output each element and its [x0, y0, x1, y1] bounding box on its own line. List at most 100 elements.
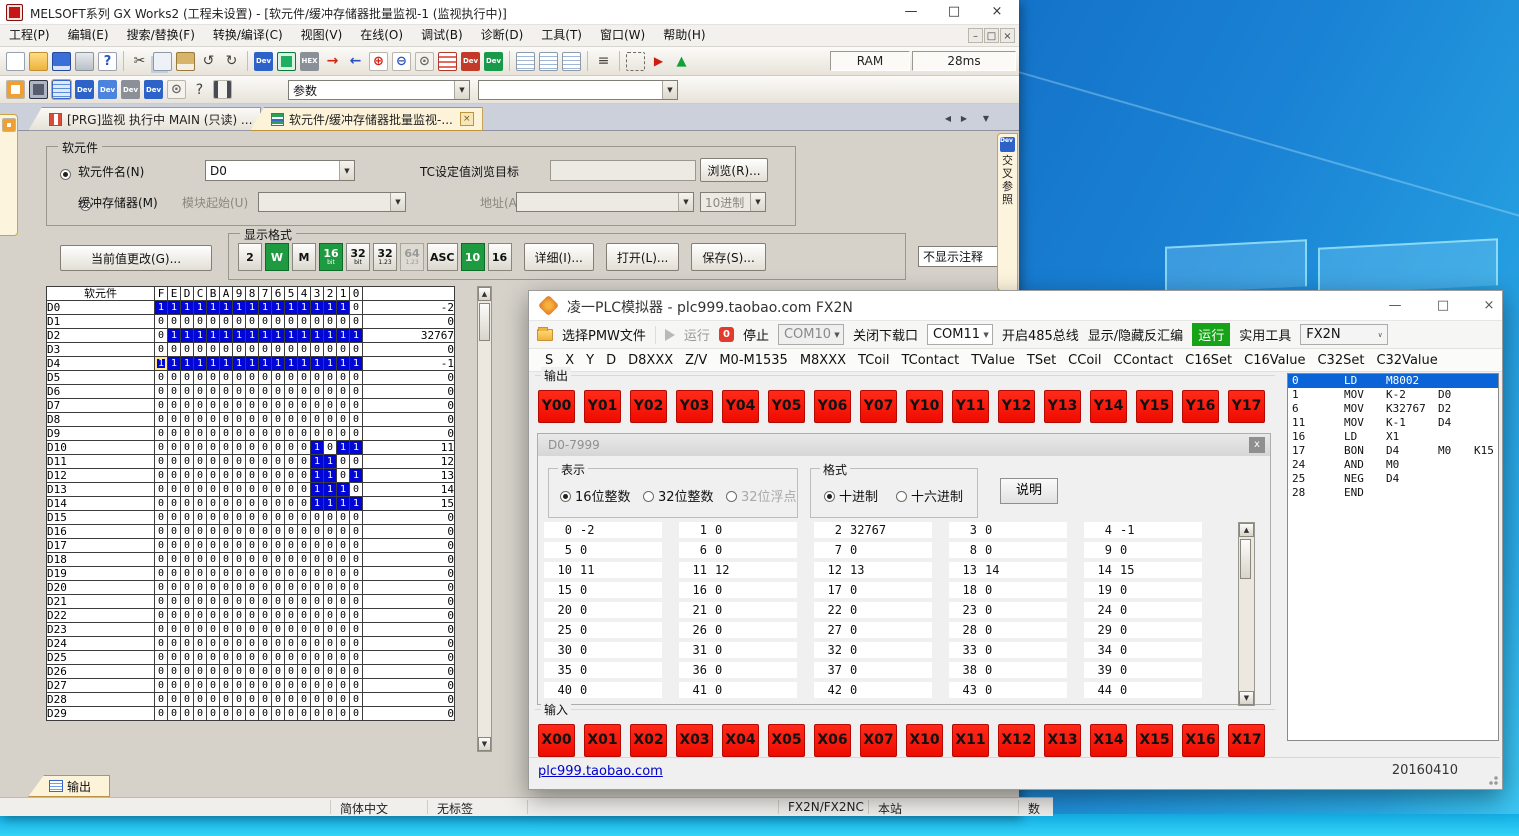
bit-cell[interactable]: 0	[324, 539, 337, 553]
bit-cell[interactable]: 1	[311, 483, 324, 497]
output-button-Y00[interactable]: Y00	[538, 390, 575, 423]
bit-cell[interactable]: 0	[207, 525, 220, 539]
bit-cell[interactable]: 0	[155, 609, 168, 623]
bit-cell[interactable]: 0	[220, 693, 233, 707]
bit-cell[interactable]: 0	[207, 427, 220, 441]
bit-cell[interactable]: 0	[207, 595, 220, 609]
bit-cell[interactable]: 0	[259, 525, 272, 539]
value-cell[interactable]: 0	[363, 553, 455, 567]
bit-cell[interactable]: 0	[233, 413, 246, 427]
bit-cell[interactable]: 0	[298, 665, 311, 679]
bit-cell[interactable]: 1	[298, 329, 311, 343]
bit-cell[interactable]: 0	[272, 553, 285, 567]
bit-cell[interactable]: 0	[220, 665, 233, 679]
instruction-row[interactable]: 1MOVK-2D0	[1288, 388, 1498, 402]
bit-cell[interactable]: 1	[272, 301, 285, 315]
bit-cell[interactable]: 0	[350, 693, 363, 707]
d-register-cell-D40[interactable]: 400	[544, 682, 662, 698]
write-to-plc-icon[interactable]: →	[323, 52, 342, 71]
device-display-icon[interactable]: Dev	[254, 52, 273, 71]
bit-cell[interactable]: 0	[220, 371, 233, 385]
bit-cell[interactable]: 0	[337, 567, 350, 581]
bit-cell[interactable]: 0	[168, 371, 181, 385]
bit-cell[interactable]: 1	[259, 357, 272, 371]
d-register-cell-D26[interactable]: 260	[679, 622, 797, 638]
bit-cell[interactable]: 1	[311, 455, 324, 469]
bit-cell[interactable]: 0	[350, 371, 363, 385]
bit-cell[interactable]: 0	[220, 679, 233, 693]
bit-cell[interactable]: 0	[298, 483, 311, 497]
bit-cell[interactable]: 0	[246, 581, 259, 595]
output-button-Y03[interactable]: Y03	[676, 390, 713, 423]
bit-cell[interactable]: 0	[324, 427, 337, 441]
bit-cell[interactable]: 0	[285, 553, 298, 567]
bit-cell[interactable]: 0	[285, 637, 298, 651]
bit-cell[interactable]: 0	[194, 525, 207, 539]
menu-item-0[interactable]: 工程(P)	[0, 25, 59, 46]
bit-cell[interactable]: 0	[350, 567, 363, 581]
bit-cell[interactable]: 1	[311, 329, 324, 343]
bit-cell[interactable]: 0	[168, 343, 181, 357]
input-button-X05[interactable]: X05	[768, 724, 805, 757]
bit-cell[interactable]: 0	[233, 595, 246, 609]
bit-cell[interactable]: 0	[311, 343, 324, 357]
bit-cell[interactable]: 0	[181, 553, 194, 567]
bit-cell[interactable]: 0	[298, 693, 311, 707]
bit-cell[interactable]: 0	[259, 595, 272, 609]
output-button-Y11[interactable]: Y11	[952, 390, 989, 423]
resize-grip[interactable]	[1486, 773, 1498, 785]
bit-cell[interactable]: 0	[311, 399, 324, 413]
bit-cell[interactable]: 1	[311, 497, 324, 511]
bit-cell[interactable]: 0	[168, 441, 181, 455]
register-tab-TSet[interactable]: TSet	[1021, 353, 1062, 368]
bit-cell[interactable]: 0	[207, 637, 220, 651]
bit-cell[interactable]: 0	[246, 399, 259, 413]
bit-cell[interactable]: 0	[168, 385, 181, 399]
bit-cell[interactable]: 0	[350, 399, 363, 413]
output-button-Y14[interactable]: Y14	[1090, 390, 1127, 423]
bit-cell[interactable]: 0	[233, 609, 246, 623]
bit-cell[interactable]: 0	[207, 567, 220, 581]
alert-icon[interactable]: ▲	[672, 52, 691, 71]
mdi-minimize-button[interactable]: –	[968, 28, 983, 43]
d-register-cell-D16[interactable]: 160	[679, 582, 797, 598]
bit-cell[interactable]: 0	[155, 623, 168, 637]
bit-cell[interactable]: 0	[272, 637, 285, 651]
bit-cell[interactable]: 0	[194, 427, 207, 441]
bit-cell[interactable]: 0	[324, 413, 337, 427]
scroll-down-icon[interactable]: ▼	[478, 737, 491, 751]
d-register-cell-D4[interactable]: 4-1	[1084, 522, 1202, 538]
bit-cell[interactable]: 0	[168, 623, 181, 637]
bit-cell[interactable]: 0	[298, 343, 311, 357]
d-grid-scrollbar[interactable]: ▲ ▼	[1238, 522, 1255, 706]
bit-cell[interactable]: 0	[168, 539, 181, 553]
bit-cell[interactable]: 0	[259, 511, 272, 525]
output-button-Y06[interactable]: Y06	[814, 390, 851, 423]
bit-cell[interactable]: 0	[259, 609, 272, 623]
bit-cell[interactable]: 0	[194, 623, 207, 637]
input-button-X11[interactable]: X11	[952, 724, 989, 757]
bit-cell[interactable]: 1	[324, 301, 337, 315]
bit-cell[interactable]: 0	[168, 497, 181, 511]
navigation-tree-icon[interactable]	[6, 80, 25, 99]
stop-icon[interactable]: 0	[719, 327, 734, 342]
bit-cell[interactable]: 0	[207, 581, 220, 595]
address-radix-combo[interactable]: 10进制▼	[700, 192, 766, 212]
menu-item-1[interactable]: 编辑(E)	[59, 25, 118, 46]
bit-cell[interactable]: 0	[194, 413, 207, 427]
hint-icon[interactable]: ?	[190, 80, 209, 99]
stop-monitor-icon[interactable]: ⊖	[392, 52, 411, 71]
bit-cell[interactable]: 0	[311, 525, 324, 539]
bit-cell[interactable]: 0	[285, 623, 298, 637]
bit-cell[interactable]: 0	[233, 343, 246, 357]
bit-cell[interactable]: 0	[337, 371, 350, 385]
bit-cell[interactable]: 1	[233, 357, 246, 371]
bit-cell[interactable]: 1	[259, 301, 272, 315]
bit-cell[interactable]: 0	[194, 441, 207, 455]
bit-cell[interactable]: 0	[324, 511, 337, 525]
d-register-cell-D28[interactable]: 280	[949, 622, 1067, 638]
d-register-cell-D10[interactable]: 1011	[544, 562, 662, 578]
bit-cell[interactable]: 0	[350, 539, 363, 553]
bit-cell[interactable]: 0	[259, 581, 272, 595]
chevron-down-icon[interactable]: ▼	[390, 193, 405, 211]
